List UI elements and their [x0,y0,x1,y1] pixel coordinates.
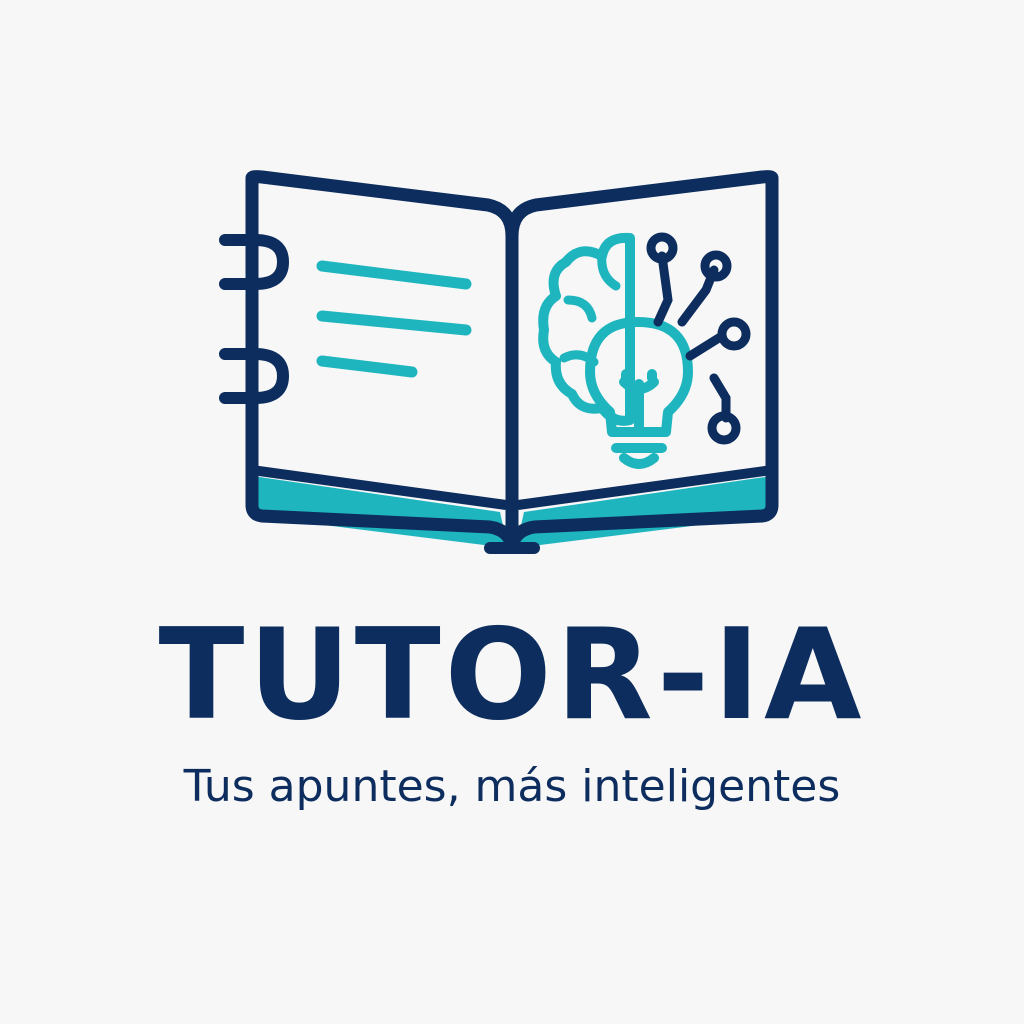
brand-name: TUTOR-IA [158,601,866,748]
tagline: Tus apuntes, más inteligentes [183,761,841,812]
open-notebook-icon [219,170,779,554]
logo-canvas: TUTOR-IA Tus apuntes, más inteligentes [0,0,1024,1024]
